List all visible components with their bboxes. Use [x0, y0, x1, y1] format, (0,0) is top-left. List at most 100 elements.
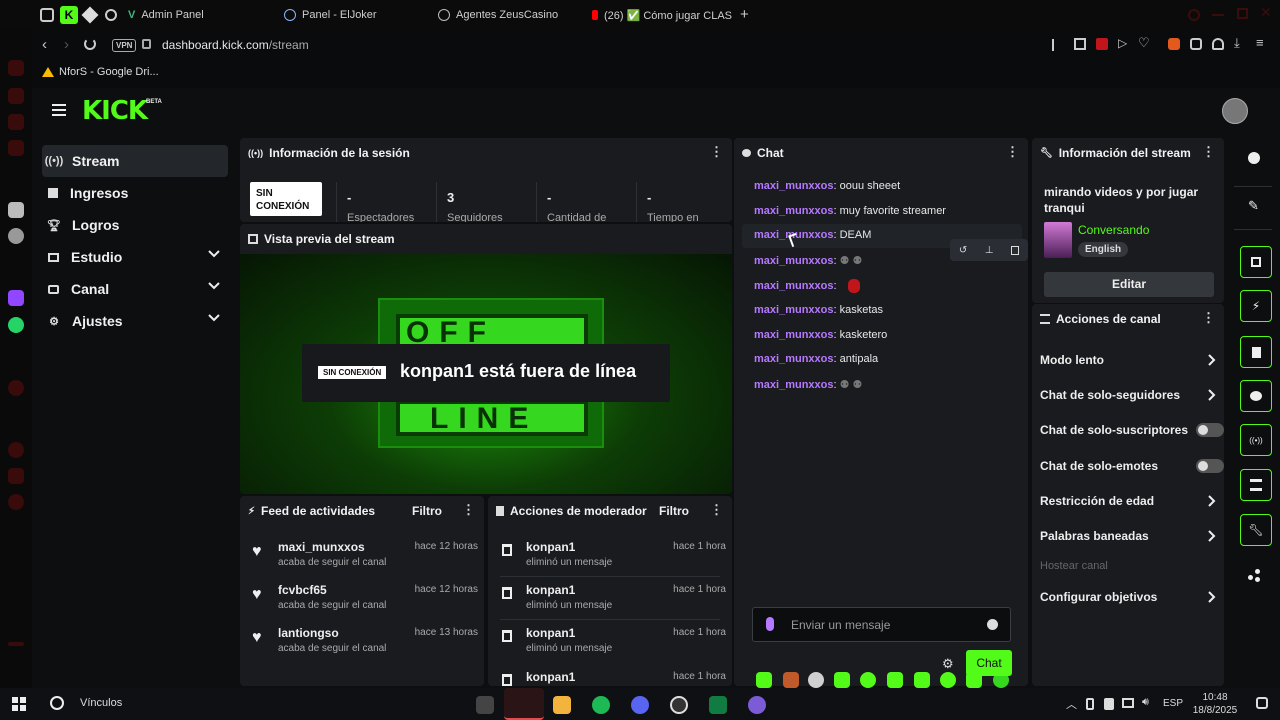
record-icon[interactable] — [8, 380, 24, 396]
emote-icon[interactable] — [834, 672, 850, 688]
search-icon[interactable] — [50, 696, 64, 710]
forward-button[interactable]: › — [64, 36, 69, 53]
activity-shortcut-button[interactable]: ⚡︎ — [1240, 290, 1272, 322]
maximize-button[interactable] — [1237, 8, 1248, 19]
vpn-badge[interactable]: VPN — [112, 39, 137, 52]
aria-icon[interactable] — [8, 88, 24, 104]
twitch-icon[interactable] — [8, 290, 24, 306]
clock[interactable]: 10:48 18/8/2025 — [1190, 691, 1240, 717]
sidebar-item-canal[interactable]: Canal — [42, 273, 228, 305]
preview-shortcut-button[interactable] — [1240, 246, 1272, 278]
ai-icon[interactable] — [8, 114, 24, 130]
bookmarks-icon[interactable] — [8, 140, 24, 156]
feed-filter-button[interactable]: Filtro — [412, 504, 442, 518]
ai-prompt-icon[interactable] — [8, 202, 24, 218]
metamask-icon[interactable] — [1168, 38, 1180, 50]
kebab-menu-icon[interactable]: ⋮ — [462, 503, 475, 516]
discord-icon[interactable] — [631, 696, 649, 714]
emoji-icon[interactable] — [987, 619, 998, 630]
kick-tab-icon[interactable]: K — [60, 6, 78, 24]
chat-settings-icon[interactable]: ⚙ — [942, 656, 954, 672]
kebab-menu-icon[interactable]: ⋮ — [1202, 145, 1215, 158]
excel-icon[interactable] — [709, 696, 727, 714]
sidebar-item-stream[interactable]: ((•)) Stream — [42, 145, 228, 177]
close-window-button[interactable]: ✕ — [1260, 4, 1272, 21]
chat-message[interactable]: maxi_munxxos: kasketero — [754, 329, 887, 341]
chat-message[interactable]: maxi_munxxos: ⚉ ⚉ — [754, 378, 862, 391]
emote-icon[interactable] — [783, 672, 799, 688]
emote-icon[interactable] — [860, 672, 876, 688]
toggle-switch[interactable] — [1196, 459, 1224, 473]
downloads-icon[interactable] — [8, 468, 24, 484]
chevron-up-icon[interactable]: ︿ — [1066, 696, 1077, 712]
file-explorer-icon[interactable] — [553, 696, 571, 714]
action-restriccion-edad[interactable]: Restricción de edad — [1040, 487, 1220, 515]
kebab-menu-icon[interactable]: ⋮ — [1202, 311, 1215, 324]
reload-button[interactable] — [84, 38, 96, 50]
action-solo-emotes[interactable]: Chat de solo-emotes — [1040, 452, 1224, 480]
search-tabs-icon[interactable] — [1188, 9, 1200, 21]
user-avatar[interactable] — [1222, 98, 1248, 124]
download-icon[interactable]: ⤓ — [1234, 35, 1240, 51]
channel-actions-shortcut-button[interactable] — [1240, 469, 1272, 501]
spotify-icon[interactable] — [592, 696, 610, 714]
session-shortcut-button[interactable]: ((•)) — [1240, 424, 1272, 456]
emote-icon[interactable] — [887, 672, 903, 688]
bookmark-item[interactable]: NforS - Google Dri... — [42, 66, 159, 78]
new-tab-button[interactable]: + — [740, 6, 749, 23]
whatsapp-icon[interactable] — [8, 317, 24, 333]
chat-message[interactable]: maxi_munxxos: oouu sheeet — [754, 180, 900, 192]
notifications-icon[interactable] — [1256, 697, 1268, 709]
more-icon[interactable] — [8, 642, 24, 646]
github-icon[interactable] — [670, 696, 688, 714]
emote-icon[interactable] — [940, 672, 956, 688]
kebab-menu-icon[interactable]: ⋮ — [710, 503, 723, 516]
mod-filter-button[interactable]: Filtro — [659, 504, 689, 518]
sidebar-item-ingresos[interactable]: Ingresos — [42, 177, 228, 209]
action-modo-lento[interactable]: Modo lento — [1040, 346, 1220, 374]
chat-message[interactable]: maxi_munxxos: — [754, 279, 860, 293]
emote-icon[interactable] — [914, 672, 930, 688]
taskbar-search-label[interactable]: Vínculos — [80, 697, 122, 709]
category-thumbnail[interactable] — [1044, 222, 1072, 258]
chat-input[interactable]: Enviar un mensaje — [752, 607, 1011, 642]
kebab-menu-icon[interactable]: ⋮ — [1006, 145, 1019, 158]
shield-icon[interactable] — [1096, 38, 1108, 50]
chat-message[interactable]: maxi_munxxos: muy favorite streamer — [754, 205, 946, 217]
action-palabras-baneadas[interactable]: Palabras baneadas — [1040, 522, 1220, 550]
language-indicator[interactable]: ESP — [1163, 698, 1183, 709]
stream-info-shortcut-button[interactable]: 🔧︎ — [1240, 514, 1272, 546]
emulator-icon[interactable] — [476, 696, 494, 714]
edit-button[interactable]: Editar — [1044, 272, 1214, 297]
app-icon[interactable] — [748, 696, 766, 714]
network-icon[interactable] — [1122, 698, 1134, 708]
pencil-icon[interactable]: ✎ — [1248, 198, 1259, 214]
trash-icon[interactable] — [1011, 245, 1020, 255]
url-input[interactable]: dashboard.kick.com/stream — [162, 38, 309, 52]
windows-start-icon[interactable] — [12, 697, 26, 711]
chat-message[interactable]: maxi_munxxos: kasketas — [754, 304, 883, 316]
chat-message[interactable]: maxi_munxxos: ⚉ ⚉ — [754, 254, 862, 267]
opera-icon[interactable] — [8, 60, 24, 76]
tab-admin-panel[interactable]: V Admin Panel — [128, 0, 204, 30]
tray-app-icon[interactable] — [1104, 698, 1114, 710]
back-button[interactable]: ‹ — [42, 36, 47, 53]
pin-icon[interactable] — [1052, 39, 1062, 51]
compass-icon[interactable] — [105, 9, 117, 21]
extensions-icon[interactable] — [1190, 38, 1202, 50]
tab-agentes-zeuscasino[interactable]: Agentes ZeusCasino — [438, 0, 558, 30]
sidebar-item-estudio[interactable]: Estudio — [42, 241, 228, 273]
tab-youtube[interactable]: (26) ✅ Cómo jugar CLAS — [592, 0, 732, 30]
profile-icon[interactable] — [1212, 38, 1224, 50]
tabs-icon[interactable] — [40, 8, 54, 22]
microphone-icon[interactable] — [766, 617, 774, 631]
lock-icon[interactable] — [142, 39, 151, 49]
preview-video[interactable]: OFF LINE SIN CONEXIÓN konpan1 está fuera… — [240, 254, 732, 494]
play-icon[interactable]: ▷ — [1118, 36, 1127, 50]
history-icon[interactable] — [8, 442, 24, 458]
extension-icon[interactable] — [81, 6, 99, 24]
toggle-switch[interactable] — [1196, 423, 1224, 437]
volume-icon[interactable]: 🔊︎ — [1142, 696, 1149, 709]
category-link[interactable]: Conversando — [1078, 223, 1149, 237]
moderator-shortcut-button[interactable] — [1240, 336, 1272, 368]
